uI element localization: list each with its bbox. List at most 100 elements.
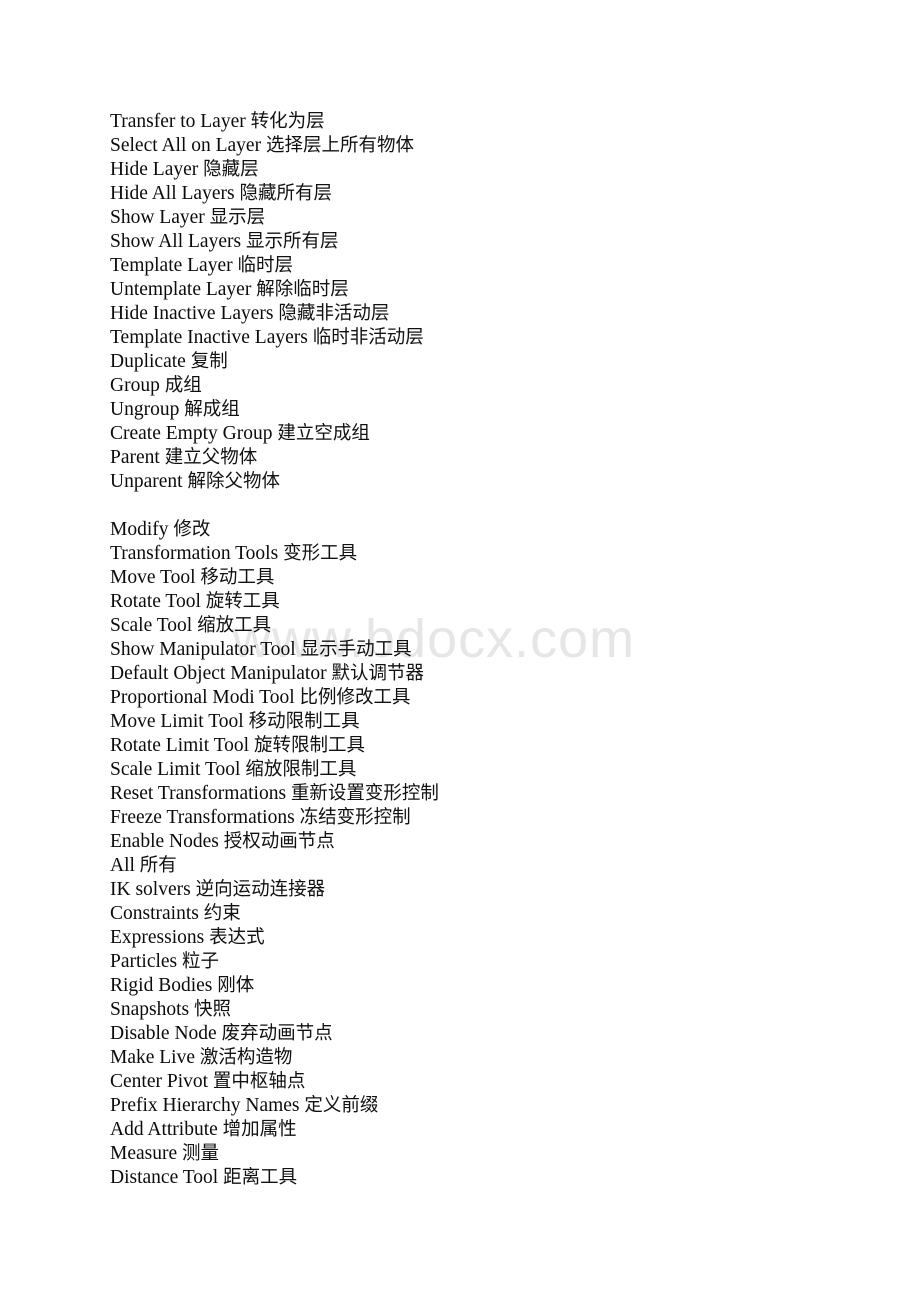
glossary-term: Rigid Bodies	[110, 975, 213, 996]
glossary-term: Select All on Layer	[110, 135, 262, 156]
glossary-line: Add Attribute 增加属性	[110, 1118, 810, 1142]
glossary-term: Measure	[110, 1143, 178, 1164]
glossary-translation: 刚体	[217, 975, 255, 996]
glossary-term: Particles	[110, 951, 178, 972]
glossary-translation: 显示层	[209, 207, 266, 228]
glossary-line: Unparent 解除父物体	[110, 470, 810, 494]
glossary-line: Scale Tool 缩放工具	[110, 614, 810, 638]
glossary-term: Add Attribute	[110, 1119, 218, 1140]
glossary-line: Rigid Bodies 刚体	[110, 974, 810, 998]
glossary-term: All	[110, 855, 135, 876]
glossary-term: Modify	[110, 519, 169, 540]
glossary-term: Center Pivot	[110, 1071, 209, 1092]
glossary-line: Expressions 表达式	[110, 926, 810, 950]
glossary-translation: 解除临时层	[256, 279, 349, 300]
glossary-translation: 显示手动工具	[300, 639, 412, 660]
glossary-translation: 表达式	[209, 927, 265, 948]
glossary-translation: 解除父物体	[187, 471, 280, 492]
glossary-line: Hide Layer 隐藏层	[110, 158, 810, 182]
glossary-translation: 成组	[164, 375, 202, 396]
glossary-line: Hide All Layers 隐藏所有层	[110, 182, 810, 206]
glossary-term: Disable Node	[110, 1023, 217, 1044]
glossary-line: Proportional Modi Tool 比例修改工具	[110, 686, 810, 710]
glossary-line: Snapshots 快照	[110, 998, 810, 1022]
glossary-line: Rotate Limit Tool 旋转限制工具	[110, 734, 810, 758]
glossary-term: Transformation Tools	[110, 543, 279, 564]
glossary-translation: 选择层上所有物体	[265, 135, 414, 156]
glossary-term: Expressions	[110, 927, 205, 948]
glossary-line: Center Pivot 置中枢轴点	[110, 1070, 810, 1094]
glossary-term: Scale Limit Tool	[110, 759, 241, 780]
glossary-translation: 所有	[139, 855, 177, 876]
glossary-term: Make Live	[110, 1047, 196, 1068]
glossary-line: Duplicate 复制	[110, 350, 810, 374]
glossary-translation: 增加属性	[222, 1119, 297, 1140]
glossary-content: Transfer to Layer 转化为层 Select All on Laye…	[110, 110, 810, 1190]
glossary-line: Template Inactive Layers 临时非活动层	[110, 326, 810, 350]
glossary-translation: 临时层	[237, 255, 293, 276]
glossary-line: Disable Node 废弃动画节点	[110, 1022, 810, 1046]
glossary-translation: 定义前缀	[304, 1095, 379, 1116]
glossary-line: All 所有	[110, 854, 810, 878]
glossary-term: Proportional Modi Tool	[110, 687, 295, 708]
glossary-translation: 激活构造物	[199, 1047, 293, 1068]
glossary-line: Transfer to Layer 转化为层	[110, 110, 810, 134]
glossary-term: Duplicate	[110, 351, 186, 372]
glossary-translation: 默认调节器	[331, 663, 424, 684]
glossary-term: Hide Inactive Layers	[110, 303, 274, 324]
glossary-term: Move Limit Tool	[110, 711, 244, 732]
glossary-term: Show All Layers	[110, 231, 242, 252]
glossary-line: Prefix Hierarchy Names 定义前缀	[110, 1094, 810, 1118]
glossary-translation: 隐藏非活动层	[278, 303, 390, 324]
glossary-term: Transfer to Layer	[110, 111, 246, 132]
glossary-translation: 距离工具	[223, 1167, 298, 1188]
glossary-translation: 旋转限制工具	[253, 735, 365, 756]
glossary-translation: 建立空成组	[277, 423, 370, 444]
glossary-translation: 置中枢轴点	[212, 1071, 306, 1092]
glossary-term: Show Manipulator Tool	[110, 639, 296, 660]
glossary-term: Rotate Tool	[110, 591, 201, 612]
glossary-line: Freeze Transformations 冻结变形控制	[110, 806, 810, 830]
glossary-term: Move Tool	[110, 567, 196, 588]
glossary-term: Reset Transformations	[110, 783, 287, 804]
glossary-line: Ungroup 解成组	[110, 398, 810, 422]
glossary-line: Move Limit Tool 移动限制工具	[110, 710, 810, 734]
glossary-translation: 缩放限制工具	[245, 759, 357, 780]
glossary-line: Scale Limit Tool 缩放限制工具	[110, 758, 810, 782]
glossary-term: Template Layer	[110, 255, 233, 276]
glossary-term: Create Empty Group	[110, 423, 273, 444]
glossary-term: Enable Nodes	[110, 831, 219, 852]
glossary-line: Reset Transformations 重新设置变形控制	[110, 782, 810, 806]
glossary-term: Unparent	[110, 471, 183, 492]
glossary-line: Particles 粒子	[110, 950, 810, 974]
glossary-translation: 移动工具	[200, 567, 275, 588]
glossary-line: Create Empty Group 建立空成组	[110, 422, 810, 446]
glossary-term: Hide All Layers	[110, 183, 235, 204]
glossary-term: Hide Layer	[110, 159, 199, 180]
glossary-line: Distance Tool 距离工具	[110, 1166, 810, 1190]
document-page: www.bdocx.com Transfer to Layer 转化为层 Sele…	[0, 0, 920, 1302]
glossary-term: Show Layer	[110, 207, 205, 228]
glossary-term: IK solvers	[110, 879, 191, 900]
glossary-translation: 移动限制工具	[248, 711, 360, 732]
glossary-translation: 隐藏层	[203, 159, 259, 180]
glossary-line: Rotate Tool 旋转工具	[110, 590, 810, 614]
glossary-translation: 逆向运动连接器	[195, 879, 326, 900]
glossary-translation: 解成组	[184, 399, 240, 420]
glossary-translation: 重新设置变形控制	[290, 783, 439, 804]
glossary-translation: 变形工具	[283, 543, 358, 564]
glossary-translation: 废弃动画节点	[221, 1023, 333, 1044]
glossary-term: Snapshots	[110, 999, 190, 1020]
glossary-line: Make Live 激活构造物	[110, 1046, 810, 1070]
glossary-term: Untemplate Layer	[110, 279, 252, 300]
glossary-translation: 粒子	[182, 951, 220, 972]
glossary-translation: 旋转工具	[205, 591, 280, 612]
glossary-line: Default Object Manipulator 默认调节器	[110, 662, 810, 686]
glossary-term: Scale Tool	[110, 615, 193, 636]
glossary-translation: 授权动画节点	[223, 831, 335, 852]
glossary-line: Transformation Tools 变形工具	[110, 542, 810, 566]
glossary-line: Template Layer 临时层	[110, 254, 810, 278]
glossary-term: Group	[110, 375, 160, 396]
glossary-translation: 比例修改工具	[299, 687, 411, 708]
